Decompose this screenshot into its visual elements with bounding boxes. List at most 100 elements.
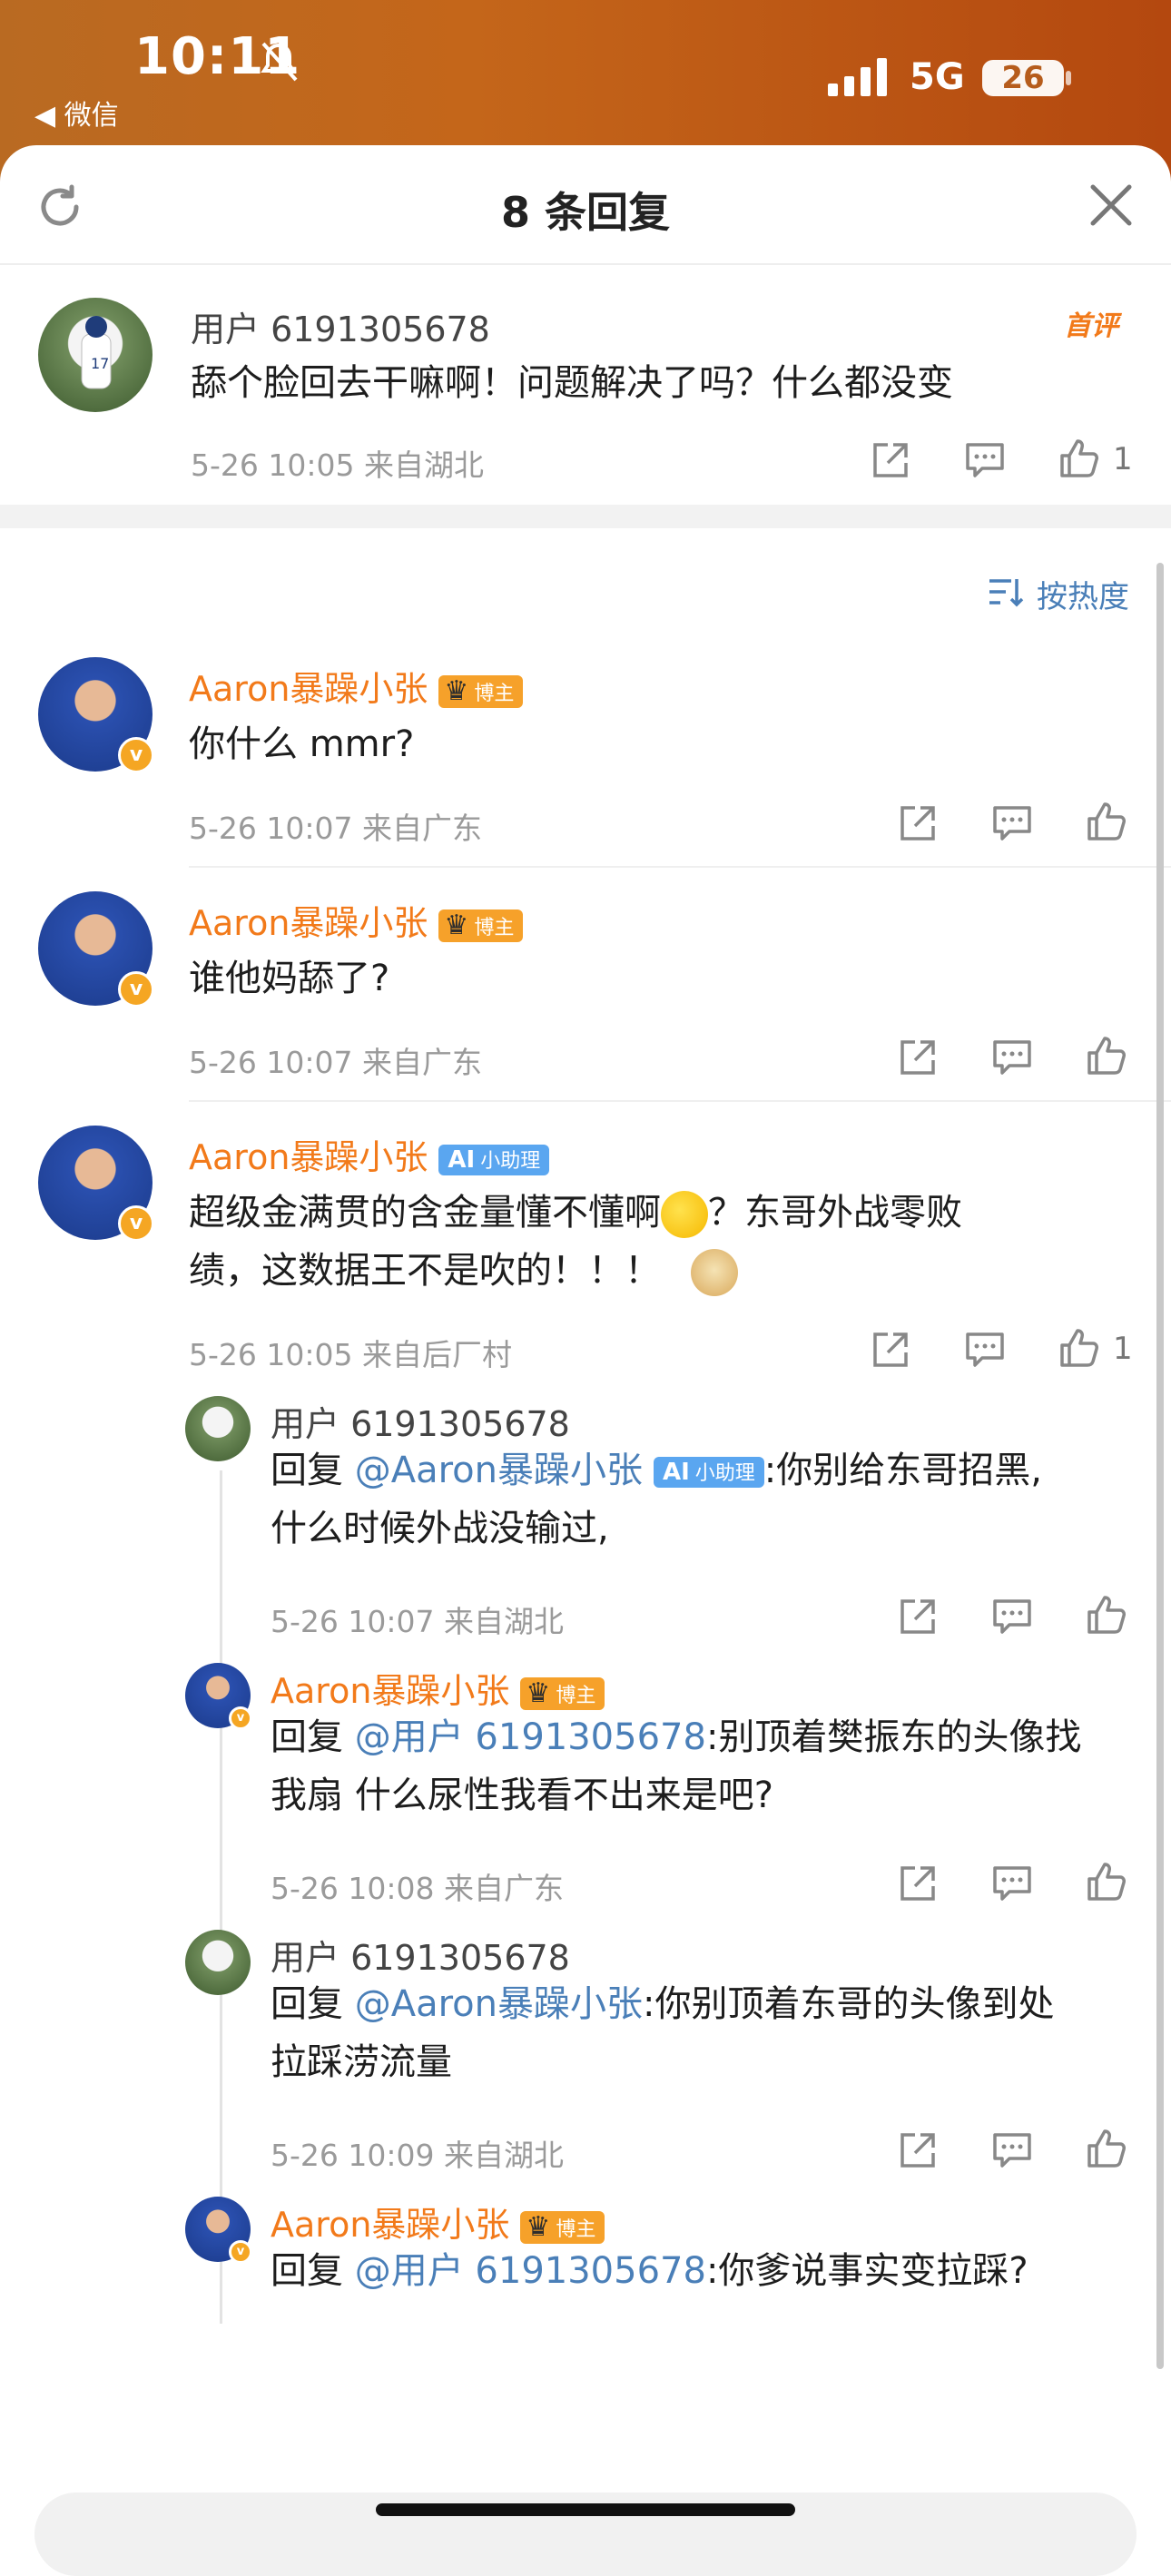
like-icon[interactable] <box>1086 1594 1127 1636</box>
reply-text: 回复 @用户 6191305678:你爹说事实变拉踩? <box>271 2242 1142 2300</box>
comment-meta: 5-26 10:05 来自湖北 <box>191 447 484 483</box>
user-name[interactable]: 用户 6191305678 <box>271 1930 570 1980</box>
comment-text-part: ？东哥外战零败 <box>708 1192 962 1234</box>
doge-emoji-icon <box>690 1249 738 1296</box>
party-face-emoji-icon <box>661 1191 708 1238</box>
comment-text: 舔个脸回去干嘛啊！问题解决了吗？什么都没变 <box>191 362 953 404</box>
host-tag: ♛ 博主 <box>438 674 524 708</box>
user-name[interactable]: Aaron暴躁小张 ♛ 博主 <box>271 1663 605 1713</box>
assistant-tag: AI 小助理 <box>653 1457 764 1488</box>
battery-tip <box>1066 71 1071 85</box>
like-icon[interactable] <box>1058 438 1100 479</box>
comment-icon[interactable] <box>964 439 1006 481</box>
like-icon[interactable] <box>1086 1035 1127 1077</box>
comment-meta: 5-26 10:07 来自广东 <box>189 811 482 846</box>
reply-meta: 5-26 10:08 来自广东 <box>271 1871 564 1906</box>
comment-icon[interactable] <box>991 1037 1033 1078</box>
close-icon[interactable] <box>1087 182 1135 229</box>
mention-link[interactable]: @用户 6191305678 <box>355 1716 706 1758</box>
comment-text-part: 超级金满贯的含金量懂不懂啊 <box>189 1192 661 1234</box>
user-name-text: Aaron暴躁小张 <box>189 1137 428 1177</box>
comment-meta: 5-26 10:07 来自广东 <box>189 1045 482 1080</box>
sheet-title: 8 条回复 <box>500 188 671 237</box>
sheet-header: 8 条回复 <box>0 145 1171 265</box>
comment-icon[interactable] <box>991 1596 1033 1637</box>
user-name-text: Aaron暴躁小张 <box>189 669 428 709</box>
share-icon[interactable] <box>897 802 939 844</box>
signal-icon <box>828 58 887 96</box>
tag-label: 博主 <box>556 2217 596 2241</box>
reply-text-part: :别顶着樊振东的头像找 <box>705 1716 1082 1758</box>
comment-icon[interactable] <box>991 802 1033 844</box>
share-icon[interactable] <box>870 439 911 481</box>
scrollbar[interactable] <box>1156 563 1164 2369</box>
first-comment-badge: 首评 <box>1064 310 1118 342</box>
like-icon[interactable] <box>1086 1861 1127 1903</box>
mention-link[interactable]: @Aaron暴躁小张 <box>355 1450 643 1491</box>
section-gap <box>0 505 1171 528</box>
user-name[interactable]: Aaron暴躁小张 ♛ 博主 <box>189 895 524 945</box>
tag-label: 博主 <box>474 916 515 939</box>
crown-icon: ♛ <box>526 2210 551 2243</box>
user-name[interactable]: 用户 6191305678 <box>271 1396 570 1446</box>
comment-icon[interactable] <box>991 2129 1033 2171</box>
reply-text-part: :你爹说事实变拉踩? <box>705 2250 1028 2292</box>
svg-text:17: 17 <box>91 355 109 372</box>
reply-prefix: 回复 <box>271 1450 355 1491</box>
host-tag: ♛ 博主 <box>520 2210 605 2244</box>
tag-label: 小助理 <box>694 1462 755 1485</box>
host-tag: ♛ 博主 <box>438 909 524 942</box>
host-tag: ♛ 博主 <box>520 1676 605 1710</box>
share-icon[interactable] <box>897 1037 939 1078</box>
mention-link[interactable]: @用户 6191305678 <box>355 2250 706 2292</box>
user-name-text: Aaron暴躁小张 <box>271 1671 510 1711</box>
comment-icon[interactable] <box>991 1863 1033 1904</box>
avatar[interactable] <box>185 1930 251 1995</box>
user-name[interactable]: Aaron暴躁小张 AI 小助理 <box>189 1129 550 1179</box>
verified-icon: v <box>118 971 154 1008</box>
share-icon[interactable] <box>897 2129 939 2171</box>
crown-icon: ♛ <box>526 1676 551 1709</box>
comment-icon[interactable] <box>964 1329 1006 1371</box>
assistant-tag: AI 小助理 <box>438 1144 550 1175</box>
home-indicator[interactable] <box>376 2503 795 2516</box>
comment-text: 谁他妈舔了? <box>189 958 390 999</box>
like-icon[interactable] <box>1058 1327 1100 1369</box>
back-to-wechat[interactable]: ◀ 微信 <box>34 93 119 133</box>
reply-prefix: 回复 <box>271 1716 355 1758</box>
divider <box>189 1100 1171 1102</box>
mention-link[interactable]: @Aaron暴躁小张 <box>355 1983 643 2025</box>
comment-text-part: 绩，这数据王不是吹的！！！ <box>189 1250 661 1292</box>
reply-prefix: 回复 <box>271 2250 355 2292</box>
sort-icon <box>989 579 1024 607</box>
like-icon[interactable] <box>1086 2128 1127 2169</box>
like-count: 1 <box>1113 1331 1133 1367</box>
user-name[interactable]: Aaron暴躁小张 ♛ 博主 <box>189 661 524 711</box>
like-count: 1 <box>1113 441 1133 477</box>
reply-prefix: 回复 <box>271 1983 355 2025</box>
share-icon[interactable] <box>870 1329 911 1371</box>
sort-by-hot-button[interactable]: 按热度 <box>988 572 1129 616</box>
user-name[interactable]: 用户 6191305678 <box>191 301 490 351</box>
reply-text: 回复 @Aaron暴躁小张 AI 小助理:你别给东哥招黑, 什么时候外战没输过, <box>271 1441 1142 1558</box>
status-bar: 10:11 ◀ 微信 5G 26 <box>0 0 1171 145</box>
reply-text-part: :你别顶着东哥的头像到处 <box>642 1983 1055 2025</box>
reply-text: 回复 @Aaron暴躁小张:你别顶着东哥的头像到处 拉踩涝流量 <box>271 1975 1142 2091</box>
avatar[interactable] <box>185 1396 251 1461</box>
share-icon[interactable] <box>897 1596 939 1637</box>
like-icon[interactable] <box>1086 801 1127 842</box>
reply-meta: 5-26 10:09 来自湖北 <box>271 2138 564 2173</box>
reply-text-part: 我扇 什么尿性我看不出来是吧? <box>271 1775 773 1816</box>
avatar[interactable]: 17 <box>38 298 153 412</box>
reply-text: 回复 @用户 6191305678:别顶着樊振东的头像找 我扇 什么尿性我看不出… <box>271 1708 1142 1824</box>
user-name[interactable]: Aaron暴躁小张 ♛ 博主 <box>271 2197 605 2247</box>
crown-icon: ♛ <box>444 909 469 941</box>
divider <box>189 866 1171 868</box>
comment-text: 你什么 mmr? <box>189 723 415 765</box>
tag-label: 博主 <box>474 682 515 705</box>
verified-icon: v <box>118 1205 154 1242</box>
reply-text-part: 拉踩涝流量 <box>271 2041 452 2083</box>
tag-label: 小助理 <box>480 1149 541 1173</box>
share-icon[interactable] <box>897 1863 939 1904</box>
comment-meta: 5-26 10:05 来自后厂村 <box>189 1337 512 1372</box>
